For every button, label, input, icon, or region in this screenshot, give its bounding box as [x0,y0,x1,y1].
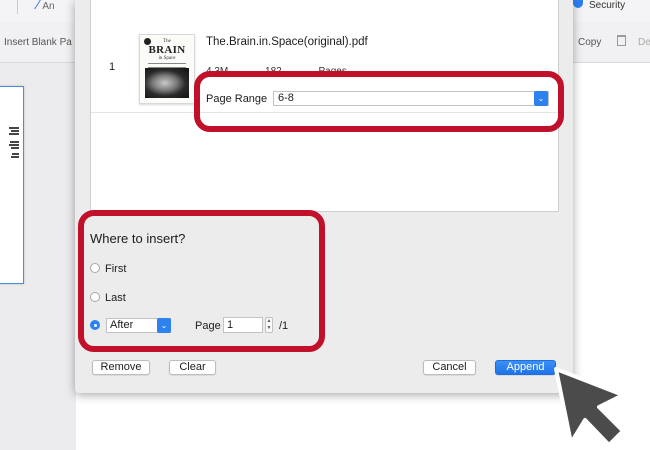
toolbar-divider [17,0,18,14]
cancel-button[interactable]: Cancel [423,360,476,375]
page-thumbnail[interactable] [0,86,24,284]
append-button[interactable]: Append [495,360,556,375]
toolbar-annotate[interactable]: ⁄ An [37,0,67,12]
file-name: The.Brain.in.Space(original).pdf [206,36,368,48]
thumbnail-line3: in Space [158,56,176,61]
thumbnail-line2: BRAIN [148,44,186,56]
toolbar-security-label: Security [589,0,626,11]
copy-button[interactable]: Copy [578,37,601,48]
remove-button[interactable]: Remove [92,360,150,375]
delete-button[interactable]: De [638,37,650,48]
pdf-thumbnail: The BRAIN in Space [139,34,195,104]
page-range-highlight [194,71,564,132]
toolbar-annotate-label: An [42,1,55,12]
mouse-cursor-icon [554,367,625,447]
shield-icon [573,0,583,8]
where-to-insert-highlight [78,210,325,352]
brain-image [145,68,189,98]
pen-icon: ⁄ [37,0,40,12]
file-index: 1 [109,61,116,73]
insert-blank-page-button[interactable]: Insert Blank Pa [4,37,72,48]
toolbar-security[interactable]: Security [573,0,626,11]
trash-icon[interactable] [617,35,626,46]
clear-button[interactable]: Clear [169,360,216,375]
